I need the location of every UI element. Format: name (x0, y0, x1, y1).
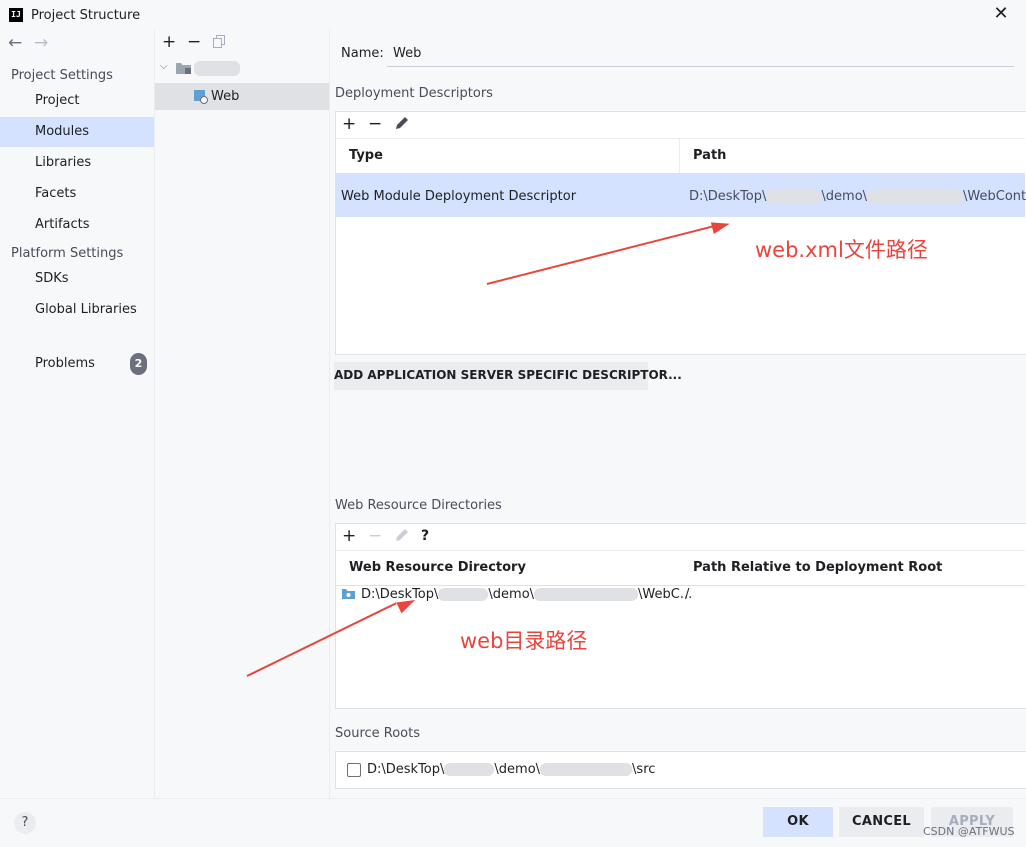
src-start: D:\DeskTop\ (367, 762, 445, 777)
redacted-segment (438, 588, 489, 601)
descriptor-path-cell: D:\DeskTop\ \demo\ \WebContent (689, 189, 1026, 204)
nav-item-facets[interactable]: Facets (0, 179, 154, 209)
chevron-down-icon[interactable]: ⌵ (160, 61, 168, 72)
redacted-segment (444, 763, 495, 776)
project-settings-header: Project Settings (11, 68, 113, 83)
web-facet-icon (194, 90, 208, 104)
name-field[interactable]: Web (393, 46, 421, 61)
src-mid: \demo\ (494, 762, 541, 777)
column-header-type[interactable]: Type (349, 148, 383, 163)
module-name-redacted[interactable] (194, 61, 240, 76)
column-header-relative-path[interactable]: Path Relative to Deployment Root (693, 560, 942, 575)
source-root-checkbox[interactable] (347, 763, 361, 777)
add-descriptor-button[interactable]: + (342, 114, 356, 134)
nav-item-libraries[interactable]: Libraries (0, 148, 154, 178)
nav-item-global-libraries[interactable]: Global Libraries (0, 295, 154, 325)
web-resource-directories-title: Web Resource Directories (335, 498, 502, 513)
src-end: \src (632, 762, 656, 777)
column-header-web-resource-directory[interactable]: Web Resource Directory (349, 560, 526, 575)
nav-item-project[interactable]: Project (0, 86, 154, 116)
redacted-segment (766, 190, 822, 203)
nav-item-sdks[interactable]: SDKs (0, 264, 154, 294)
web-folder-icon (342, 588, 355, 599)
ok-button[interactable]: OK (763, 807, 833, 837)
module-folder-icon (176, 62, 191, 74)
redacted-segment (534, 588, 639, 601)
nav-item-artifacts[interactable]: Artifacts (0, 210, 154, 240)
add-server-descriptor-label: ADD APPLICATION SERVER SPECIFIC DESCRIPT… (334, 368, 682, 382)
deployment-descriptors-title: Deployment Descriptors (335, 86, 493, 101)
copy-icon[interactable] (213, 35, 225, 48)
arrow-left-icon[interactable]: ← (8, 33, 22, 53)
tree-item-web-selected[interactable] (155, 83, 329, 110)
path-start: D:\DeskTop\ (689, 189, 767, 204)
annotation-descriptor-label: web.xml文件路径 (755, 238, 928, 262)
cancel-button[interactable]: CANCEL (839, 807, 924, 837)
table-divider (336, 550, 1025, 551)
source-roots-title: Source Roots (335, 726, 421, 741)
watermark: CSDN @ATFWUS (923, 825, 1015, 838)
nav-item-modules[interactable]: Modules (0, 117, 154, 147)
table-divider (336, 138, 1025, 139)
remove-descriptor-button[interactable]: − (368, 114, 382, 134)
title-bar (0, 0, 1026, 30)
remove-resource-button[interactable]: − (368, 526, 382, 546)
add-resource-button[interactable]: + (342, 526, 356, 546)
annotation-directory-label: web目录路径 (460, 629, 588, 653)
help-resource-button[interactable]: ? (421, 526, 429, 546)
descriptor-type-cell: Web Module Deployment Descriptor (341, 189, 577, 204)
window-title: Project Structure (31, 8, 141, 23)
path-mid: \demo\ (821, 189, 868, 204)
name-label: Name: (341, 46, 384, 61)
table-divider (336, 585, 1025, 586)
help-button[interactable]: ? (14, 812, 36, 834)
close-icon[interactable]: ✕ (990, 3, 1012, 25)
arrow-right-icon[interactable]: → (34, 33, 48, 53)
redacted-segment (867, 190, 964, 203)
tree-item-web-label: Web (211, 89, 240, 104)
path-end: \WebContent (963, 189, 1026, 204)
module-tree-pane (155, 30, 330, 798)
dir-mid: \demo\ (488, 587, 535, 602)
pencil-icon[interactable] (394, 528, 409, 543)
platform-settings-header: Platform Settings (11, 246, 124, 261)
add-module-button[interactable]: + (162, 32, 176, 52)
redacted-segment (540, 763, 633, 776)
source-root-path: D:\DeskTop\ \demo\ \src (367, 762, 655, 777)
relative-path-cell[interactable]: / (685, 587, 689, 602)
problems-count-badge: 2 (130, 353, 147, 375)
name-field-underline (387, 66, 1014, 67)
pencil-icon[interactable] (394, 116, 409, 131)
column-header-path[interactable]: Path (693, 148, 726, 163)
intellij-logo-icon: IJ (9, 8, 23, 22)
remove-module-button[interactable]: − (187, 32, 201, 52)
